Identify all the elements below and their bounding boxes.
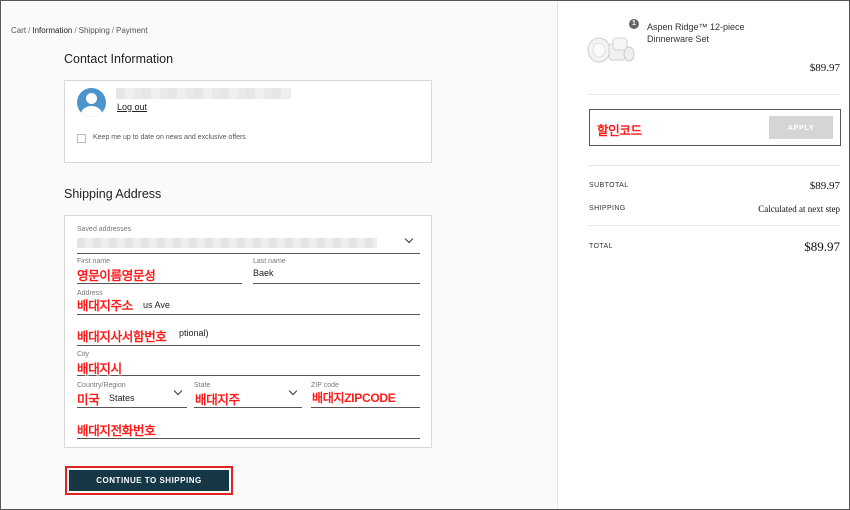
summary-divider (589, 165, 840, 166)
subtotal-label: SUBTOTAL (589, 182, 629, 189)
annotation-city: 배대지시 (77, 362, 122, 376)
breadcrumb: Cart / Information / Shipping / Payment (11, 26, 148, 35)
continue-to-shipping-button[interactable]: CONTINUE TO SHIPPING (69, 470, 229, 491)
newsletter-checkbox[interactable] (77, 134, 86, 143)
breadcrumb-information: Information (32, 26, 73, 35)
annotation-apartment: 배대지사서함번호 (77, 330, 167, 344)
checkout-form-panel: Cart / Information / Shipping / Payment Contac… (2, 2, 558, 509)
shipping-address-title: Shipping Address (64, 187, 162, 201)
annotation-address: 배대지주소 (77, 299, 134, 313)
summary-divider (589, 225, 840, 226)
shipping-value: Calculated at next step (758, 204, 840, 214)
contact-information-title: Contact Information (64, 52, 174, 66)
quantity-badge: 1 (629, 19, 639, 29)
saved-address-redacted (77, 238, 377, 248)
summary-divider (589, 94, 840, 95)
logout-link[interactable]: Log out (117, 102, 147, 112)
subtotal-value: $89.97 (809, 180, 840, 192)
last-name-field[interactable]: Last name Baek (253, 258, 420, 284)
total-label: TOTAL (589, 243, 613, 250)
checkout-window: Cart / Information / Shipping / Payment Contac… (0, 0, 850, 510)
shipping-label: SHIPPING (589, 205, 626, 212)
chevron-down-icon (288, 386, 298, 396)
product-price: $89.97 (809, 62, 840, 74)
user-avatar-icon (77, 88, 106, 117)
newsletter-label: Keep me up to date on news and exclusive… (93, 134, 246, 141)
saved-addresses-select[interactable]: Saved addresses (77, 226, 420, 254)
contact-information-box: Log out Keep me up to date on news and e… (64, 80, 432, 163)
chevron-down-icon (173, 386, 183, 396)
annotation-first-name: 영문이름영문성 (77, 269, 156, 283)
order-summary-panel: 1 Aspen Ridge™ 12-piece Dinnerware Set $… (559, 2, 849, 509)
product-name: Aspen Ridge™ 12-piece Dinnerware Set (647, 22, 745, 44)
total-value: $89.97 (804, 239, 840, 254)
city-field[interactable]: City (77, 351, 420, 376)
annotation-zip: 배대지ZIPCODE (312, 391, 396, 405)
annotation-country: 미국 (77, 393, 100, 407)
annotation-state: 배대지주 (195, 393, 240, 407)
breadcrumb-cart[interactable]: Cart (11, 26, 26, 35)
chevron-down-icon (404, 234, 414, 244)
email-redacted (116, 88, 291, 99)
apply-discount-button[interactable]: APPLY (769, 116, 833, 139)
annotation-discount: 할인코드 (597, 124, 642, 138)
dinnerware-product-image (587, 37, 635, 63)
breadcrumb-payment: Payment (116, 26, 148, 35)
annotation-phone: 배대지전화번호 (77, 424, 156, 438)
breadcrumb-shipping: Shipping (78, 26, 110, 35)
